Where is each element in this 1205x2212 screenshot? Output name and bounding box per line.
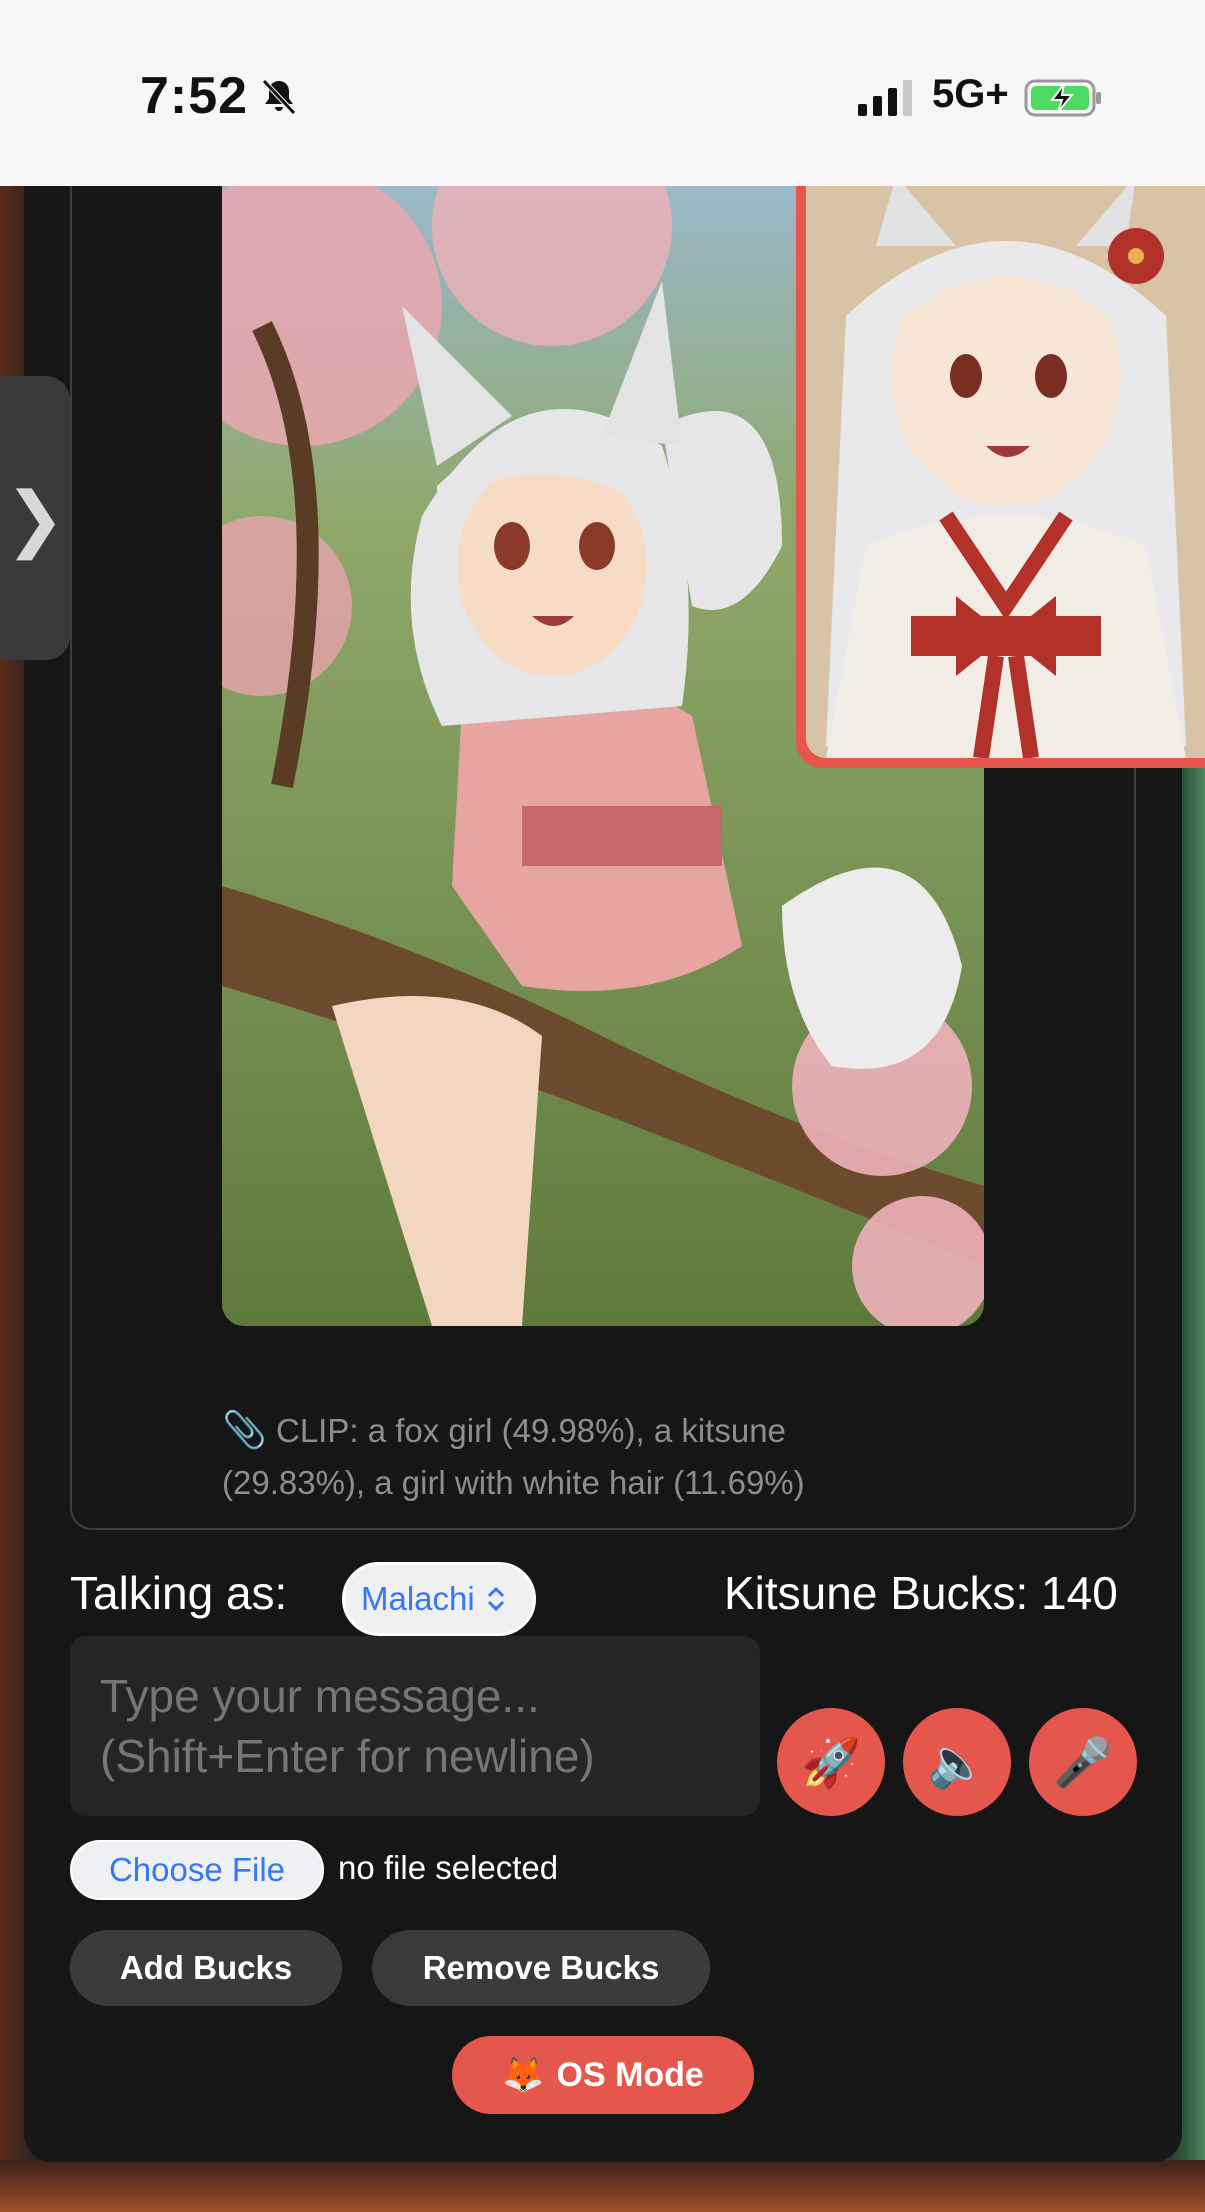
talking-as-label: Talking as:: [70, 1567, 288, 1619]
speaker-button[interactable]: 🔈: [903, 1708, 1011, 1816]
message-input[interactable]: [70, 1636, 760, 1816]
speaker-icon: 🔈: [927, 1736, 987, 1790]
remove-bucks-button[interactable]: Remove Bucks: [372, 1930, 710, 2006]
status-time: 7:52: [140, 67, 249, 125]
network-type: 5G+: [932, 72, 1009, 116]
user-select[interactable]: Malachi: [342, 1562, 536, 1636]
microphone-button[interactable]: 🎤: [1029, 1708, 1137, 1816]
background-floor: [0, 2160, 1205, 2212]
avatar-illustration: [806, 186, 1205, 758]
file-status: no file selected: [338, 1849, 559, 1886]
character-avatar: [796, 186, 1205, 768]
kitsune-bucks-balance: Kitsune Bucks: 140: [724, 1567, 1118, 1619]
battery-charging-icon: [1024, 79, 1101, 117]
choose-file-button[interactable]: Choose File: [70, 1840, 324, 1900]
send-button[interactable]: 🚀: [777, 1708, 885, 1816]
bell-slash-icon: [262, 79, 296, 115]
paperclip-icon: 📎: [222, 1409, 267, 1450]
chevron-right-icon: ❯: [4, 479, 66, 559]
rocket-icon: 🚀: [801, 1736, 861, 1790]
chevron-updown-icon: [487, 1586, 504, 1612]
clip-text: CLIP: a fox girl (49.98%), a kitsune (29…: [222, 1412, 805, 1501]
add-bucks-button[interactable]: Add Bucks: [70, 1930, 342, 2006]
fox-icon: 🦊: [502, 2056, 545, 2094]
sidebar-toggle[interactable]: ❯: [0, 376, 70, 660]
signal-icon: [858, 78, 912, 116]
os-mode-label: OS Mode: [556, 2055, 704, 2094]
clip-caption: 📎 CLIP: a fox girl (49.98%), a kitsune (…: [222, 1404, 922, 1509]
microphone-icon: 🎤: [1053, 1736, 1113, 1790]
status-bar: 7:52 5G+: [0, 0, 1205, 186]
selected-user: Malachi: [361, 1580, 475, 1617]
os-mode-button[interactable]: 🦊 OS Mode: [452, 2036, 754, 2114]
